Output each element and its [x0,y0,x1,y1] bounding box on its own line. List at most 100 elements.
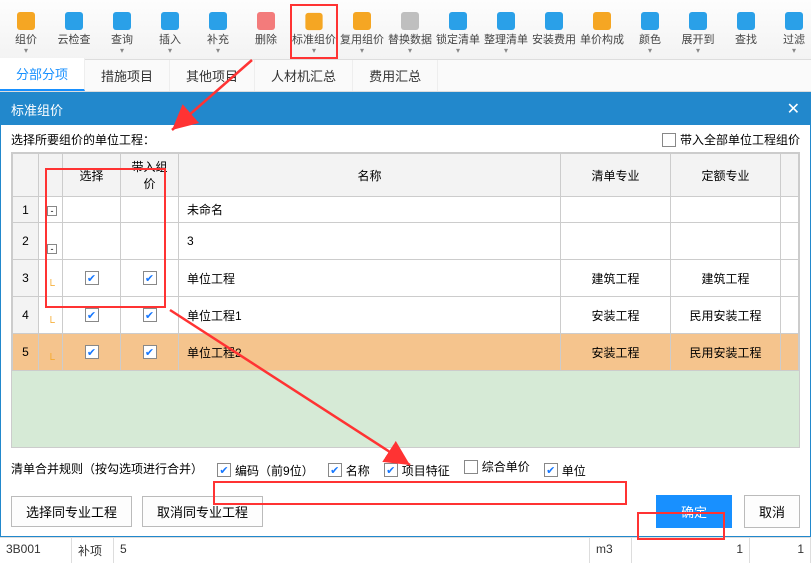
cancel-button[interactable]: 取消 [744,495,800,528]
supplement-icon [206,9,230,33]
panel-top-row: 选择所要组价的单位工程： 带入全部单位工程组价 [11,131,800,148]
delete-icon [254,9,278,33]
table-row[interactable]: 4 └单位工程1安装工程民用安装工程 [13,297,799,334]
deselect-same-button[interactable]: 取消同专业工程 [142,496,263,527]
tree-cell: └ [39,297,63,334]
pad-cell [781,223,799,260]
toolbar-lock-list[interactable]: 锁定清单▾ [434,4,482,59]
chevron-down-icon: ▾ [792,47,796,55]
toolbar-expand-to[interactable]: 展开到▾ [674,4,722,59]
name-cell: 单位工程2 [179,334,561,371]
import-cell[interactable] [121,260,179,297]
filter-icon [782,9,806,33]
toolbar-sort-list[interactable]: 整理清单▾ [482,4,530,59]
toolbar-std-price[interactable]: 标准组价▾ [290,4,338,59]
toolbar-query[interactable]: 查询▾ [98,4,146,59]
import-cell[interactable] [121,197,179,223]
tree-cell: └ [39,260,63,297]
select-cell[interactable] [63,260,121,297]
panel-body: 选择所要组价的单位工程： 带入全部单位工程组价 选择 带入组价 [1,125,810,491]
toolbar-delete[interactable]: 删除 [242,4,290,59]
checkbox-icon[interactable] [85,345,99,359]
table-row[interactable]: 1-未命名 [13,197,799,223]
toolbar-insert[interactable]: 插入▾ [146,4,194,59]
toolbar-unit-compose[interactable]: 单价构成 [578,4,626,59]
import-cell[interactable] [121,223,179,260]
toolbar-supplement[interactable]: 补充▾ [194,4,242,59]
checkbox-icon[interactable] [85,308,99,322]
tree-cell: - [39,223,63,260]
rule-opt-单位[interactable]: 单位 [544,462,586,479]
checkbox-icon[interactable] [143,345,157,359]
cloud-check-icon [62,9,86,33]
rule-opt-项目特征[interactable]: 项目特征 [384,462,450,479]
tab-其他项目[interactable]: 其他项目 [170,60,255,91]
unit-project-grid: 选择 带入组价 名称 清单专业 定额专业 1-未命名2 -33 └单位工程建筑工… [12,153,799,371]
tree-branch-icon: └ [47,317,61,329]
col-import: 带入组价 [121,154,179,197]
checkbox-icon[interactable] [143,308,157,322]
col-rate-spec: 定额专业 [671,154,781,197]
row-number: 4 [13,297,39,334]
toolbar-price[interactable]: 组价▾ [2,4,50,59]
import-cell[interactable] [121,297,179,334]
expand-to-icon [686,9,710,33]
insert-icon [158,9,182,33]
checkbox-icon[interactable] [143,271,157,285]
tree-toggle-icon[interactable]: - [47,244,57,254]
checkbox-icon [217,463,231,477]
col-select: 选择 [63,154,121,197]
toolbar-filter[interactable]: 过滤▾ [770,4,811,59]
color-icon [638,9,662,33]
select-same-button[interactable]: 选择同专业工程 [11,496,132,527]
rule-opt-label: 编码（前9位） [235,462,314,479]
select-cell[interactable] [63,223,121,260]
import-all-checkbox[interactable]: 带入全部单位工程组价 [662,131,800,148]
close-icon[interactable]: ✕ [787,99,800,119]
strip-v2: 1 [750,538,811,563]
checkbox-icon[interactable] [85,271,99,285]
rule-opt-编码（前9位）[interactable]: 编码（前9位） [217,462,314,479]
rule-opt-名称[interactable]: 名称 [328,462,370,479]
name-cell: 单位工程 [179,260,561,297]
tab-措施项目[interactable]: 措施项目 [85,60,170,91]
select-cell[interactable] [63,334,121,371]
row-number: 5 [13,334,39,371]
toolbar-cloud-check[interactable]: 云检查 [50,4,98,59]
panel-title-bar: 标准组价 ✕ [1,93,810,125]
rate-spec-cell: 民用安装工程 [671,334,781,371]
list-spec-cell [561,197,671,223]
table-row[interactable]: 2 -3 [13,223,799,260]
import-cell[interactable] [121,334,179,371]
chevron-down-icon: ▾ [120,47,124,55]
strip-v1: 1 [632,538,750,563]
select-cell[interactable] [63,197,121,223]
table-row[interactable]: 5 └单位工程2安装工程民用安装工程 [13,334,799,371]
toolbar-replace-data[interactable]: 替换数据▾ [386,4,434,59]
tree-toggle-icon[interactable]: - [47,206,57,216]
chevron-down-icon: ▾ [360,47,364,55]
query-icon [110,9,134,33]
tab-人材机汇总[interactable]: 人材机汇总 [255,60,353,91]
pad-cell [781,260,799,297]
rule-opt-label: 名称 [346,462,370,479]
strip-type: 补项 [72,538,114,563]
toolbar-install-fee[interactable]: 安装费用 [530,4,578,59]
table-row[interactable]: 3 └单位工程建筑工程建筑工程 [13,260,799,297]
row-number: 2 [13,223,39,260]
toolbar-color[interactable]: 颜色▾ [626,4,674,59]
select-cell[interactable] [63,297,121,334]
col-name: 名称 [179,154,561,197]
tab-费用汇总[interactable]: 费用汇总 [353,60,438,91]
chevron-down-icon: ▾ [456,47,460,55]
toolbar-find[interactable]: 查找 [722,4,770,59]
chevron-down-icon: ▾ [696,47,700,55]
tab-分部分项[interactable]: 分部分项 [0,58,85,91]
rule-opt-label: 单位 [562,462,586,479]
pad-cell [781,297,799,334]
chevron-down-icon: ▾ [504,47,508,55]
rule-opt-综合单价[interactable]: 综合单价 [464,458,530,475]
toolbar-reuse-price[interactable]: 复用组价▾ [338,4,386,59]
ok-button[interactable]: 确定 [656,495,732,528]
price-icon [14,9,38,33]
